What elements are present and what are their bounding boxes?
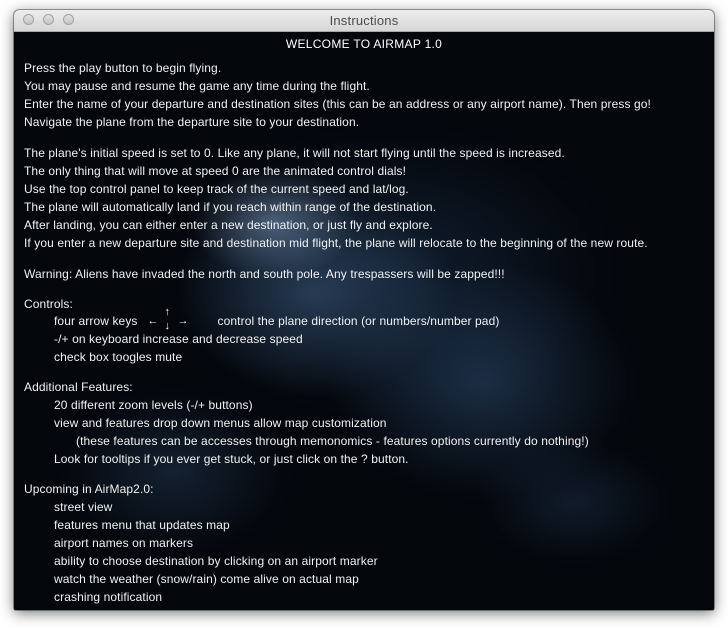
- intro-line: Press the play button to begin flying.: [24, 61, 222, 75]
- mute-line: check box toogles mute: [54, 350, 183, 364]
- arrow-keys-icon: ← ↑ ↓ →: [147, 307, 204, 332]
- speed-line: The plane will automatically land if you…: [24, 200, 437, 214]
- instructions-window: Instructions WELCOME TO AIRMAP 1.0 Press…: [14, 10, 714, 610]
- arrow-keys-line: four arrow keys ← ↑ ↓ → control the plane dir…: [54, 307, 500, 332]
- upcoming-item: watch the weather (snow/rain) come alive…: [54, 572, 359, 586]
- upcoming-item: features menu that updates map: [54, 518, 230, 532]
- arrow-keys-label: four arrow keys: [54, 314, 138, 328]
- speed-line: After landing, you can either enter a ne…: [24, 218, 433, 232]
- intro-line: Enter the name of your departure and des…: [24, 97, 651, 111]
- feature-line: 20 different zoom levels (-/+ buttons): [54, 398, 253, 412]
- window-title: Instructions: [329, 13, 399, 28]
- upcoming-item: ability to choose destination by clickin…: [54, 554, 378, 568]
- warning-text: Warning: Aliens have invaded the north a…: [24, 267, 505, 281]
- arrow-keys-description: control the plane direction (or numbers/…: [217, 314, 500, 328]
- feature-line: Look for tooltips if you ever get stuck,…: [54, 452, 409, 466]
- upcoming-item: airport names on markers: [54, 536, 194, 550]
- speed-line: The plane's initial speed is set to 0. L…: [24, 146, 565, 160]
- arrow-left-icon: ←: [147, 315, 159, 327]
- speed-line: The only thing that will move at speed 0…: [24, 164, 407, 178]
- page-title: WELCOME TO AIRMAP 1.0: [285, 37, 443, 51]
- title-bar[interactable]: Instructions: [14, 10, 714, 32]
- arrow-right-icon: →: [177, 315, 189, 327]
- intro-line: You may pause and resume the game any ti…: [24, 79, 370, 93]
- upcoming-item: street view: [54, 500, 113, 514]
- upcoming-heading: Upcoming in AirMap2.0:: [24, 482, 154, 496]
- feature-line: view and features drop down menus allow …: [54, 416, 387, 430]
- speed-keys-line: -/+ on keyboard increase and decrease sp…: [54, 332, 303, 346]
- instructions-panel: WELCOME TO AIRMAP 1.0 Press the play but…: [14, 32, 714, 610]
- intro-line: Navigate the plane from the departure si…: [24, 115, 360, 129]
- speed-line: If you enter a new departure site and de…: [24, 236, 648, 250]
- speed-line: Use the top control panel to keep track …: [24, 182, 409, 196]
- feature-note: (these features can be accesses through …: [76, 434, 589, 448]
- arrow-up-icon: ↑: [164, 306, 171, 318]
- controls-heading: Controls:: [24, 297, 73, 311]
- features-heading: Additional Features:: [24, 380, 133, 394]
- upcoming-item: crashing notification: [54, 590, 163, 604]
